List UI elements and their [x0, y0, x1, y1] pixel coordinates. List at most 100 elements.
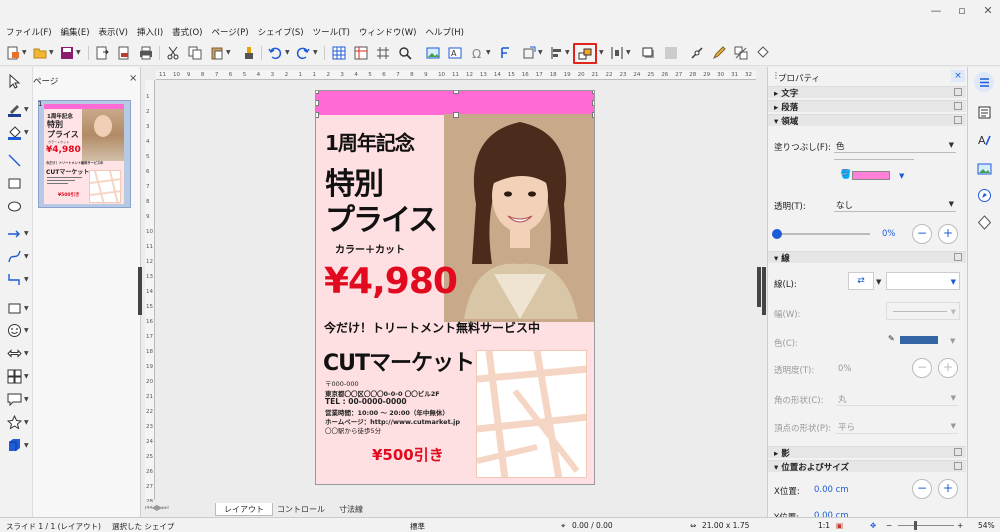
menu-format[interactable]: 書式(O)	[172, 26, 202, 38]
transparency-increase-button[interactable]: +	[938, 224, 958, 244]
sidebar-shapes-icon[interactable]	[974, 212, 994, 232]
selection-handle-middle-left[interactable]	[316, 100, 319, 106]
curve-dropdown-icon[interactable]: ▼	[24, 253, 29, 260]
slide-thumbnail[interactable]: 1 1周年記念 特別 プライス カラー＋カット ¥4,980 今だけ！トリートメ…	[38, 100, 131, 208]
block-arrows-icon[interactable]	[5, 344, 23, 362]
poster-price-title[interactable]: プライス	[325, 195, 438, 239]
poster-treatment-offer[interactable]: 今だけ！トリートメント無料サービス中	[324, 319, 540, 336]
cap-style-select[interactable]: 平ら ▼	[836, 418, 958, 434]
poster-anniversary-title[interactable]: 1周年記念	[325, 127, 415, 156]
flowchart-dropdown-icon[interactable]: ▼	[24, 373, 29, 380]
paste-dropdown-icon[interactable]: ▼	[226, 50, 232, 56]
more-options-icon[interactable]	[954, 88, 962, 96]
zoom-slider-thumb[interactable]	[914, 521, 917, 530]
status-zoom[interactable]: 54%	[978, 521, 995, 530]
poster-service[interactable]: カラー＋カット	[335, 241, 405, 256]
cut-icon[interactable]	[164, 44, 182, 62]
undo-icon[interactable]	[266, 44, 284, 62]
transparency-select[interactable]: なし ▼	[834, 196, 956, 212]
align-dropdown-icon[interactable]: ▼	[565, 50, 571, 56]
save-dropdown-icon[interactable]: ▼	[76, 50, 82, 56]
horizontal-ruler[interactable]: 11 10 9 8 7 6 5 4 3 2 1 1 2 3 4 5 6 7 8 9 10 11 12 13 14 15 16 17 18…	[156, 70, 756, 80]
menu-file[interactable]: ファイル(F)	[6, 26, 52, 38]
line-style-dropdown-icon[interactable]: ▼	[876, 278, 881, 286]
poster-postal-code[interactable]: 〒000-000	[325, 378, 359, 388]
line-transparency-increase-button[interactable]: +	[938, 358, 958, 378]
transformations-dropdown-icon[interactable]: ▼	[538, 50, 544, 56]
selection-handle-top-center[interactable]	[453, 91, 459, 94]
distribute-icon[interactable]	[608, 44, 626, 62]
more-options-icon[interactable]	[954, 102, 962, 110]
shadow-icon[interactable]	[640, 44, 658, 62]
paste-icon[interactable]	[208, 44, 226, 62]
line-color-icon[interactable]	[5, 100, 23, 118]
status-scale-ratio[interactable]: 1:1	[818, 521, 830, 530]
zoom-out-button[interactable]: −	[886, 521, 892, 530]
symbol-shapes-icon[interactable]	[5, 321, 23, 339]
section-shadow[interactable]: ▸ 影	[768, 446, 966, 459]
menu-help[interactable]: ヘルプ(H)	[425, 26, 464, 38]
poster-page[interactable]: 1周年記念 特別 プライス カラー＋カット ¥4,980 今だけ！トリートメント…	[315, 90, 595, 485]
basic-shapes-icon[interactable]	[5, 299, 23, 317]
redo-dropdown-icon[interactable]: ▼	[313, 50, 319, 56]
selection-handle-bottom-left[interactable]	[316, 112, 319, 118]
open-folder-icon[interactable]	[31, 44, 49, 62]
basic-shapes-dropdown-icon[interactable]: ▼	[24, 305, 29, 312]
select-arrow-icon[interactable]	[5, 72, 23, 90]
new-dropdown-icon[interactable]: ▼	[22, 50, 28, 56]
open-dropdown-icon[interactable]: ▼	[49, 50, 55, 56]
section-paragraph[interactable]: ▸ 段落	[768, 100, 966, 113]
corner-style-select[interactable]: 丸 ▼	[836, 390, 958, 406]
fontwork-icon[interactable]	[496, 44, 514, 62]
star-dropdown-icon[interactable]: ▼	[24, 419, 29, 426]
sidebar-gallery-icon[interactable]	[974, 158, 994, 178]
minimize-icon[interactable]: —	[928, 4, 944, 18]
export-icon[interactable]	[93, 44, 111, 62]
close-properties-icon[interactable]: ×	[951, 70, 965, 82]
line-color-dropdown-icon[interactable]: ▼	[950, 337, 955, 345]
line-color-dropdown-icon[interactable]: ▼	[24, 106, 29, 113]
menu-tools[interactable]: ツール(T)	[313, 26, 350, 38]
x-position-decrease-button[interactable]: −	[912, 479, 932, 499]
more-options-icon[interactable]	[954, 253, 962, 261]
more-options-icon[interactable]	[954, 116, 962, 124]
fit-slide-icon[interactable]: ✥	[870, 521, 876, 530]
transparency-slider-track[interactable]	[778, 233, 870, 235]
menu-shape[interactable]: シェイプ(S)	[258, 26, 304, 38]
text-box-icon[interactable]: A	[446, 44, 464, 62]
arrow-line-icon[interactable]	[5, 224, 23, 242]
toggle-extrusion-icon[interactable]	[732, 44, 750, 62]
special-character-dropdown-icon[interactable]: ▼	[486, 50, 492, 56]
helplines-icon[interactable]	[352, 44, 370, 62]
line-transparency-value[interactable]: 0%	[838, 364, 852, 374]
undo-dropdown-icon[interactable]: ▼	[285, 50, 291, 56]
snap-guides-icon[interactable]	[374, 44, 392, 62]
align-objects-icon[interactable]	[548, 44, 566, 62]
section-area[interactable]: ▾ 領域	[768, 114, 966, 127]
poster-price[interactable]: ¥4,980	[324, 261, 458, 302]
zoom-slider-track[interactable]	[898, 525, 954, 526]
selection-handle-bottom-right[interactable]	[592, 112, 594, 118]
symbol-shapes-dropdown-icon[interactable]: ▼	[24, 327, 29, 334]
sidebar-styles-icon[interactable]: A	[974, 130, 994, 150]
flowchart-icon[interactable]	[5, 367, 23, 385]
save-icon[interactable]	[58, 44, 76, 62]
clone-formatting-icon[interactable]	[240, 44, 258, 62]
menu-page[interactable]: ページ(P)	[211, 26, 248, 38]
zoom-in-button[interactable]: +	[957, 521, 963, 530]
poster-tel[interactable]: TEL : 00-0000-0000	[325, 397, 407, 406]
arrange-dropdown-icon[interactable]: ▼	[599, 50, 605, 56]
x-position-value[interactable]: 0.00 cm	[814, 485, 849, 495]
star-shapes-icon[interactable]	[5, 413, 23, 431]
x-position-increase-button[interactable]: +	[938, 479, 958, 499]
3d-objects-icon[interactable]	[5, 436, 23, 454]
selection-handle-middle-right[interactable]	[592, 100, 594, 106]
print-icon[interactable]	[137, 44, 155, 62]
fill-color-icon[interactable]	[5, 123, 23, 141]
line-color-swatch[interactable]	[900, 336, 938, 344]
menu-view[interactable]: 表示(V)	[99, 26, 128, 38]
redo-icon[interactable]	[294, 44, 312, 62]
slide-panel-collapse-handle[interactable]	[138, 267, 142, 315]
block-arrows-dropdown-icon[interactable]: ▼	[24, 350, 29, 357]
connector-tool-icon[interactable]	[5, 270, 23, 288]
